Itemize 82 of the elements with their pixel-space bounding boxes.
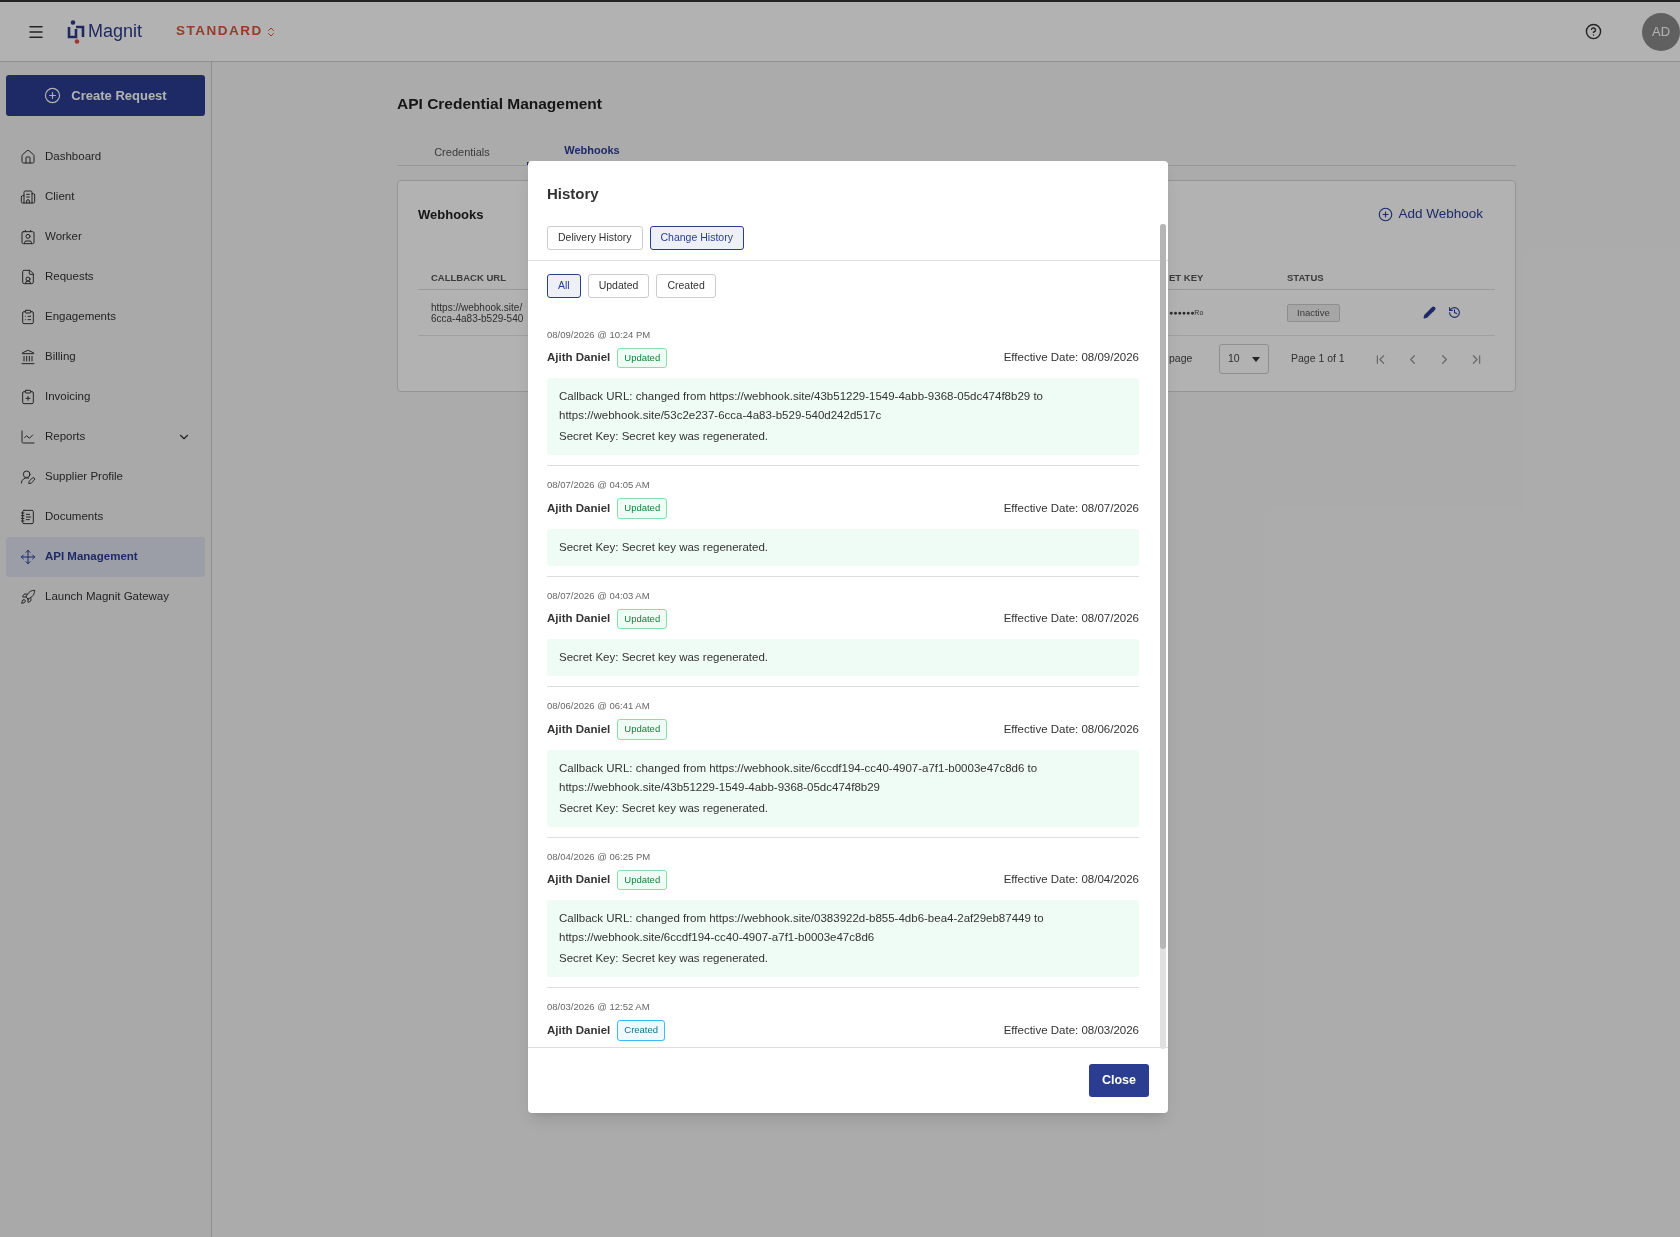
column-header: STATUS [1287, 270, 1324, 285]
effective-date: Effective Date: 08/07/2026 [1003, 611, 1139, 627]
entry-timestamp: 08/06/2026 @ 06:41 AM [547, 699, 651, 713]
clipboard-plus-icon [20, 389, 36, 405]
create-request-button[interactable]: Create Request [6, 75, 205, 116]
filter-button[interactable]: Updated [587, 273, 650, 298]
history-icon[interactable] [1447, 306, 1461, 320]
rocket-icon [20, 589, 36, 605]
rows-per-page-label: page [1169, 351, 1194, 367]
user-name: Ajith Daniel [547, 872, 611, 888]
sidebar-item[interactable]: Dashboard [6, 137, 205, 177]
sidebar-item[interactable]: Billing [6, 337, 205, 377]
user-name: Ajith Daniel [547, 1022, 611, 1038]
sidebar-item[interactable]: Client [6, 177, 205, 217]
status-badge: Updated [617, 869, 668, 890]
user-name: Ajith Daniel [547, 721, 611, 737]
page-info: Page 1 of 1 [1291, 351, 1346, 367]
change-text: Secret Key: Secret key was regenerated. [559, 951, 770, 966]
id-card-icon [20, 229, 36, 245]
clipboard-icon [20, 309, 36, 325]
change-text: Secret Key: Secret key was regenerated. [559, 800, 770, 816]
history-tab[interactable]: Delivery History [547, 225, 643, 250]
add-webhook-button[interactable]: Add Webhook [1378, 204, 1483, 225]
brand-name: Magnit [88, 20, 143, 43]
change-text: Callback URL: changed from https://webhook.site/6ccdf194-cc40-4907-a7f1-b0003e47c8d6 to https://webhook.site/43b51229-1549-4abb-9368-05dc474f8b29 [559, 760, 1039, 795]
change-text: Secret Key: Secret key was regenerated. [559, 539, 770, 555]
sidebar-item[interactable]: Invoicing [6, 377, 205, 417]
change-text: Secret Key: Secret key was regenerated. [559, 429, 770, 444]
pencil-icon[interactable] [1422, 306, 1436, 320]
entry-timestamp: 08/07/2026 @ 04:03 AM [547, 588, 651, 603]
entry-timestamp: 08/03/2026 @ 12:52 AM [547, 1000, 651, 1014]
effective-date: Effective Date: 08/09/2026 [1003, 350, 1139, 366]
sidebar-item[interactable]: Requests [6, 257, 205, 297]
status-badge: Inactive [1287, 303, 1340, 322]
status-badge: Updated [617, 608, 668, 629]
filter-button[interactable]: All [547, 273, 581, 298]
sidebar-item[interactable]: Documents [6, 497, 205, 537]
four-arrows-icon [20, 549, 36, 565]
entry-timestamp: 08/09/2026 @ 10:24 PM [547, 327, 652, 342]
sidebar-item[interactable]: Reports [6, 417, 205, 457]
status-badge: Updated [617, 719, 668, 740]
change-text: Secret Key: Secret key was regenerated. [559, 650, 770, 665]
plus-circle-icon [1378, 206, 1394, 222]
sidebar-item[interactable]: API Management [6, 537, 205, 577]
entry-timestamp: 08/04/2026 @ 06:25 PM [547, 849, 652, 864]
caret-down-icon [1252, 356, 1260, 362]
dialog-title: History [546, 184, 600, 204]
effective-date: Effective Date: 08/06/2026 [1003, 721, 1139, 737]
status-badge: Updated [617, 347, 668, 368]
status-badge: Updated [617, 498, 668, 519]
column-header: ET KEY [1169, 270, 1205, 285]
sidebar-item[interactable]: Worker [6, 217, 205, 257]
user-name: Ajith Daniel [547, 500, 611, 516]
filter-button[interactable]: Created [656, 273, 716, 298]
entry-timestamp: 08/07/2026 @ 04:05 AM [547, 478, 651, 492]
change-text: Callback URL: changed from https://webhook.site/0383922d-b855-4db6-bea4-2af29eb87449 to https://webhook.site/6ccdf194-cc40-4907-a7f1-b0003e47c8d6 [559, 911, 1045, 945]
scrollbar[interactable] [1160, 224, 1166, 1049]
change-text: Callback URL: changed from https://webhook.site/43b51229-1549-4abb-9368-05dc474f8b29 to https://webhook.site/53c2e237-6cca-4a83-b529-540d242d517c [559, 389, 1044, 423]
column-header: CALLBACK URL [430, 270, 507, 285]
sidebar-item[interactable]: Launch Magnit Gateway [6, 577, 205, 617]
history-tab[interactable]: Change History [649, 225, 744, 250]
close-button[interactable]: Close [1088, 1064, 1149, 1097]
sidebar-item[interactable]: Supplier Profile [6, 457, 205, 497]
effective-date: Effective Date: 08/03/2026 [1003, 1022, 1139, 1038]
building-icon [20, 189, 36, 205]
status-badge: Created [617, 1020, 666, 1041]
sidebar-item[interactable]: Engagements [6, 297, 205, 337]
table-cell-text: https://webhook.site/ 6cca-4a83-b529-540 [430, 301, 525, 324]
house-icon [20, 149, 36, 165]
effective-date: Effective Date: 08/04/2026 [1003, 872, 1139, 888]
plus-circle-icon [44, 87, 62, 104]
logo-icon [67, 19, 85, 44]
page-tab[interactable]: Credentials [397, 138, 527, 166]
help-icon[interactable] [1585, 23, 1602, 40]
line-chart-icon [20, 429, 36, 445]
effective-date: Effective Date: 08/07/2026 [1003, 500, 1139, 516]
card-title: Webhooks [418, 205, 484, 224]
bank-icon [20, 349, 36, 365]
rows-per-page-select[interactable]: 10 [1219, 344, 1269, 375]
page-title: API Credential Management [397, 94, 603, 114]
user-name: Ajith Daniel [547, 611, 611, 627]
user-name: Ajith Daniel [547, 350, 611, 366]
